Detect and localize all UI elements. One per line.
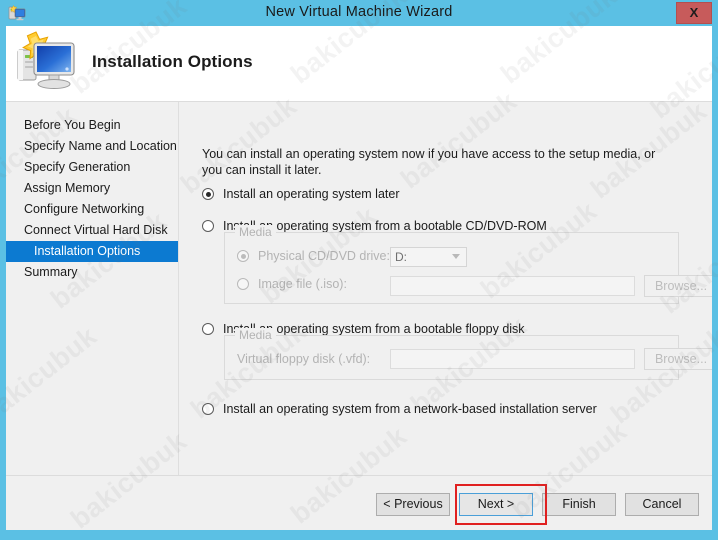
radio-install-later[interactable] xyxy=(202,188,214,200)
sidebar-item-installation-options[interactable]: Installation Options xyxy=(6,241,178,262)
image-file-path-input[interactable] xyxy=(390,276,635,296)
sidebar-item-before-you-begin[interactable]: Before You Begin xyxy=(6,115,178,136)
sidebar-item-specify-name-and-location[interactable]: Specify Name and Location xyxy=(6,136,178,157)
cancel-button[interactable]: Cancel xyxy=(625,493,699,516)
cd-media-legend: Media xyxy=(235,225,276,239)
option-image-file[interactable]: Image file (.iso): xyxy=(237,277,347,291)
floppy-media-groupbox: Media Virtual floppy disk (.vfd): Browse… xyxy=(224,328,712,380)
sidebar-item-specify-generation[interactable]: Specify Generation xyxy=(6,157,178,178)
window-title: New Virtual Machine Wizard xyxy=(265,4,453,20)
cd-drive-letter-select[interactable]: D: xyxy=(390,247,467,267)
radio-image-file[interactable] xyxy=(237,278,249,290)
wizard-footer: < Previous Next > Finish Cancel xyxy=(6,475,712,530)
virtual-floppy-label: Virtual floppy disk (.vfd): xyxy=(237,352,371,366)
option-install-later-label: Install an operating system later xyxy=(223,187,400,201)
option-physical-cd-drive[interactable]: Physical CD/DVD drive: xyxy=(237,249,390,263)
wizard-window: New Virtual Machine Wizard X Installatio… xyxy=(0,0,718,540)
close-button[interactable]: X xyxy=(676,2,712,24)
radio-install-from-cd[interactable] xyxy=(202,220,214,232)
intro-description: You can install an operating system now … xyxy=(202,147,656,177)
cd-media-groupbox: Media Physical CD/DVD drive: D: Image fi… xyxy=(224,225,712,304)
title-bar: New Virtual Machine Wizard X xyxy=(0,0,718,26)
sidebar-item-connect-virtual-hard-disk[interactable]: Connect Virtual Hard Disk xyxy=(6,220,178,241)
physical-cd-drive-label: Physical CD/DVD drive: xyxy=(258,249,390,263)
option-install-from-network-label: Install an operating system from a netwo… xyxy=(223,402,597,416)
virtual-floppy-browse-button[interactable]: Browse... xyxy=(644,348,712,370)
finish-button[interactable]: Finish xyxy=(542,493,616,516)
page-title: Installation Options xyxy=(92,52,253,71)
floppy-media-legend: Media xyxy=(235,328,276,342)
radio-physical-cd-drive[interactable] xyxy=(237,250,249,262)
image-file-label: Image file (.iso): xyxy=(258,277,347,291)
radio-install-from-network[interactable] xyxy=(202,403,214,415)
page-header: Installation Options xyxy=(6,26,712,102)
sidebar-item-configure-networking[interactable]: Configure Networking xyxy=(6,199,178,220)
previous-button[interactable]: < Previous xyxy=(376,493,450,516)
option-install-later[interactable]: Install an operating system later xyxy=(202,187,399,201)
image-file-browse-button[interactable]: Browse... xyxy=(644,275,712,297)
new-virtual-machine-monitor-icon xyxy=(14,30,82,92)
sidebar-item-summary[interactable]: Summary xyxy=(6,262,178,283)
cd-drive-letter-value: D: xyxy=(395,250,407,264)
next-button[interactable]: Next > xyxy=(459,493,533,516)
chevron-down-icon xyxy=(452,254,460,259)
content-area: Before You Begin Specify Name and Locati… xyxy=(6,102,712,475)
radio-install-from-floppy[interactable] xyxy=(202,323,214,335)
wizard-steps-sidebar: Before You Begin Specify Name and Locati… xyxy=(6,102,179,475)
sidebar-item-assign-memory[interactable]: Assign Memory xyxy=(6,178,178,199)
options-pane: You can install an operating system now … xyxy=(179,102,712,475)
option-install-from-network[interactable]: Install an operating system from a netwo… xyxy=(202,402,597,416)
virtual-floppy-path-input[interactable] xyxy=(390,349,635,369)
window-body: Installation Options Before You Begin Sp… xyxy=(6,26,712,530)
